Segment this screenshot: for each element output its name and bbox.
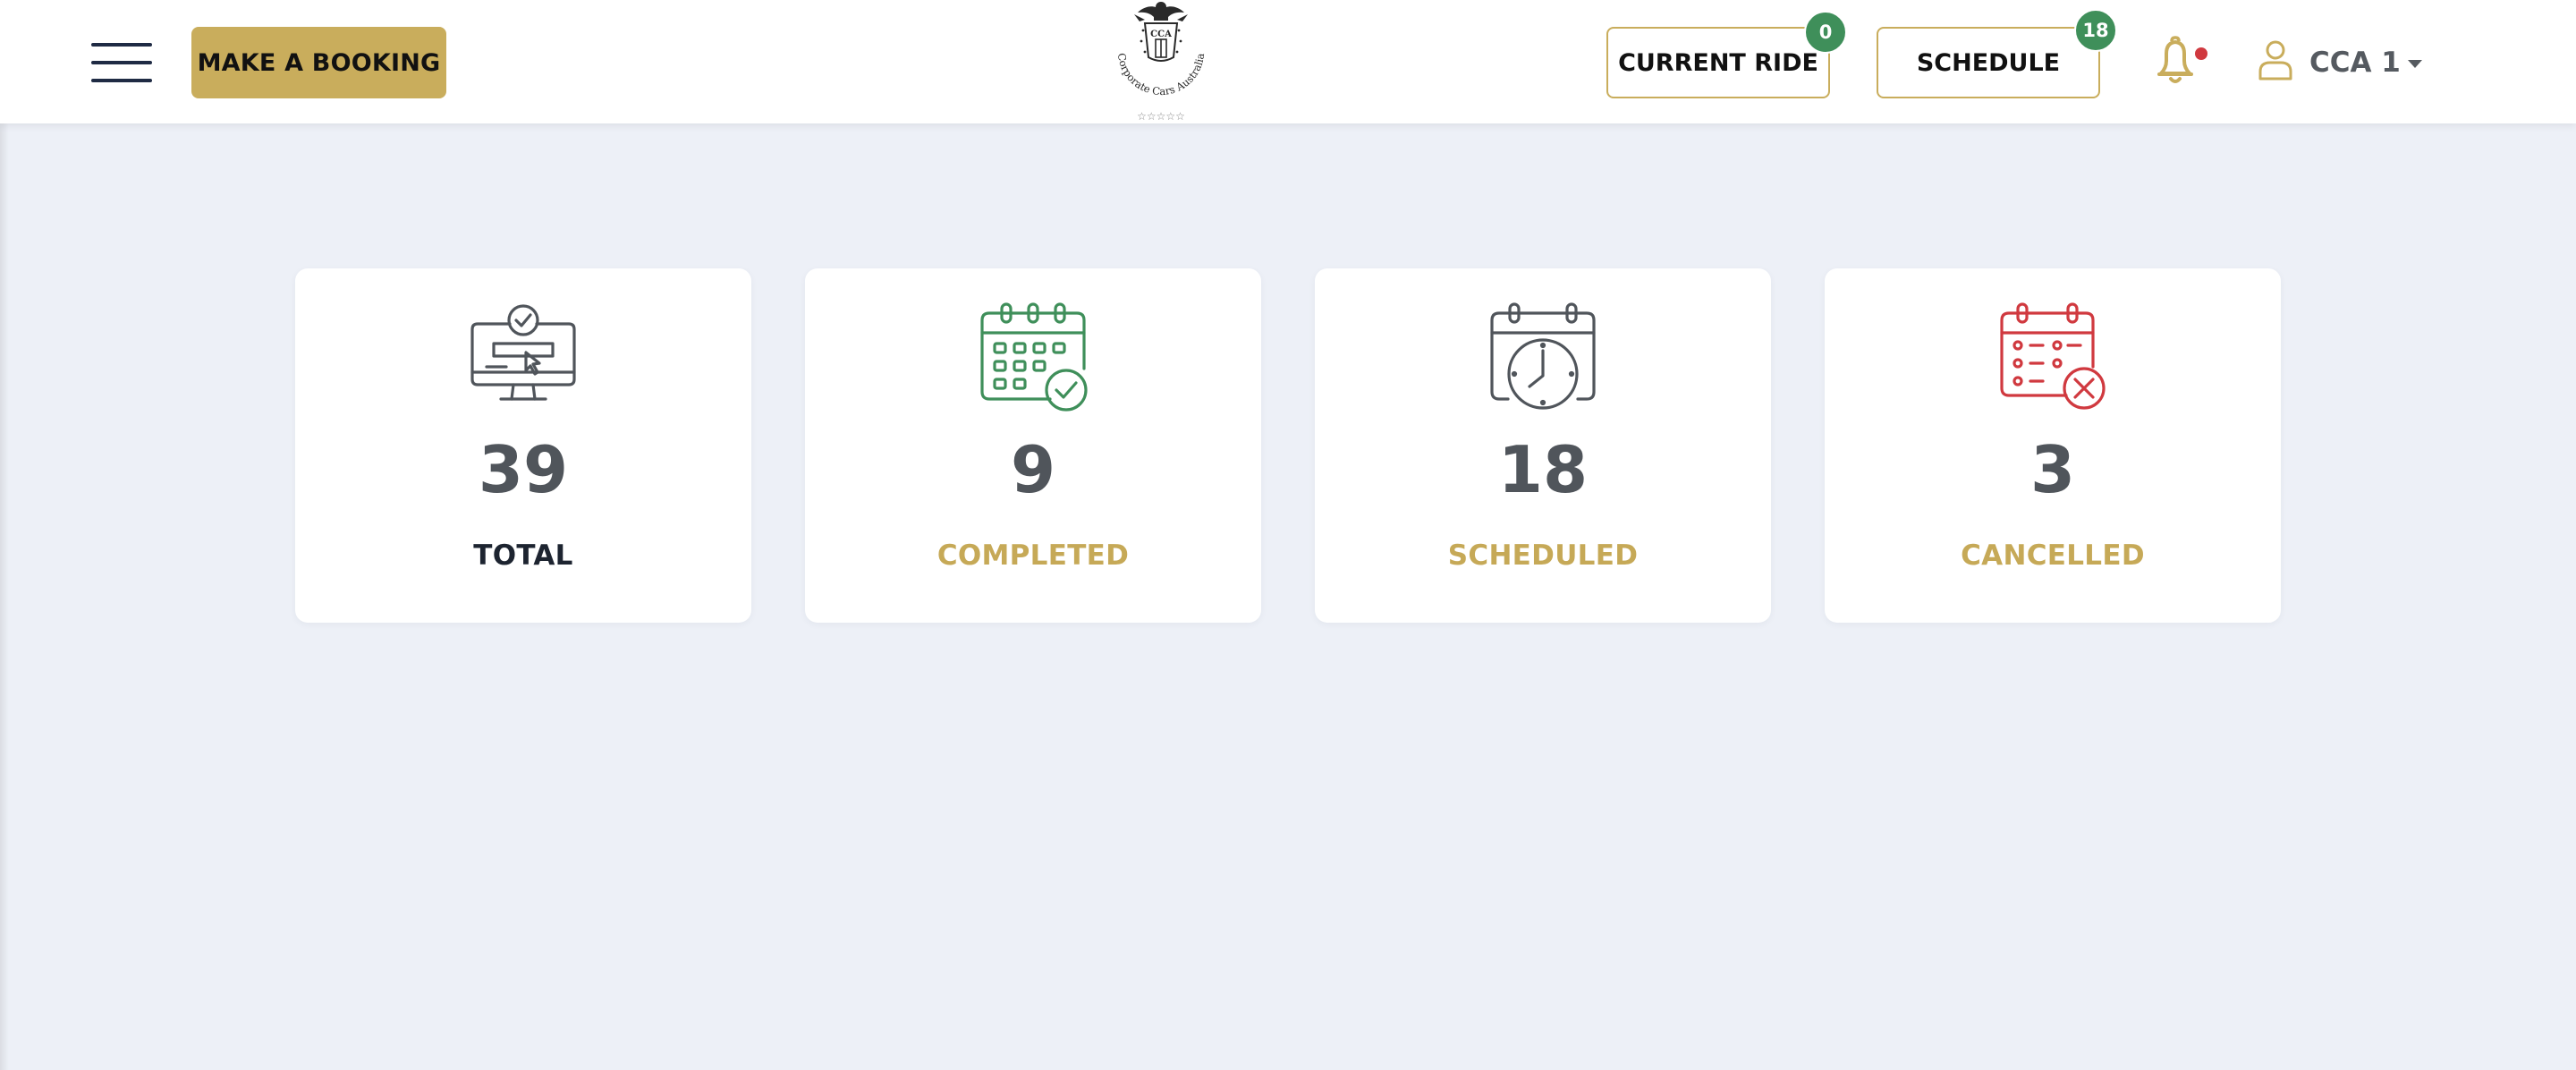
make-a-booking-button[interactable]: MAKE A BOOKING: [191, 27, 446, 98]
calendar-check-icon: [980, 302, 1088, 412]
stat-count: 18: [1497, 432, 1589, 507]
calendar-cancel-icon: [2000, 302, 2106, 410]
sidebar-edge-shadow: [0, 123, 9, 1070]
hamburger-line: [91, 61, 152, 64]
stat-card-cancelled[interactable]: 3 CANCELLED: [1825, 268, 2281, 623]
stat-label: CANCELLED: [1961, 539, 2145, 572]
hamburger-line: [91, 79, 152, 82]
user-icon[interactable]: [2258, 39, 2293, 81]
stat-card-scheduled[interactable]: 18 SCHEDULED: [1315, 268, 1771, 623]
stat-count: 39: [478, 432, 569, 507]
user-menu-dropdown[interactable]: CCA 1: [2309, 43, 2422, 82]
stat-card-total[interactable]: 39 TOTAL: [295, 268, 751, 623]
user-name-label: CCA 1: [2309, 47, 2401, 79]
stat-label: SCHEDULED: [1447, 539, 1639, 572]
stat-label: COMPLETED: [936, 539, 1130, 572]
menu-hamburger-icon[interactable]: [91, 41, 152, 84]
hamburger-line: [91, 43, 152, 47]
notification-bell-icon[interactable]: [2152, 34, 2207, 88]
stat-card-completed[interactable]: 9 COMPLETED: [805, 268, 1261, 623]
cca-logo[interactable]: CCA Corporate Cars Australia ☆☆☆☆☆: [1098, 0, 1224, 123]
monitor-check-icon: [470, 304, 576, 401]
stat-count: 9: [1010, 432, 1056, 507]
logo-abbr: CCA: [1150, 30, 1172, 39]
calendar-clock-icon: [1490, 302, 1596, 410]
stat-label: TOTAL: [473, 539, 573, 572]
top-navbar: MAKE A BOOKING CCA Corporate Cars Austra…: [0, 0, 2576, 123]
current-ride-count-badge: 0: [1804, 11, 1847, 54]
schedule-button[interactable]: SCHEDULE: [1877, 27, 2100, 98]
current-ride-button[interactable]: CURRENT RIDE: [1606, 27, 1830, 98]
chevron-down-icon: [2407, 59, 2422, 68]
notification-dot: [2195, 47, 2207, 60]
logo-stars: ☆☆☆☆☆: [1137, 110, 1185, 123]
schedule-count-badge: 18: [2074, 9, 2117, 52]
stat-count: 3: [2029, 432, 2076, 507]
